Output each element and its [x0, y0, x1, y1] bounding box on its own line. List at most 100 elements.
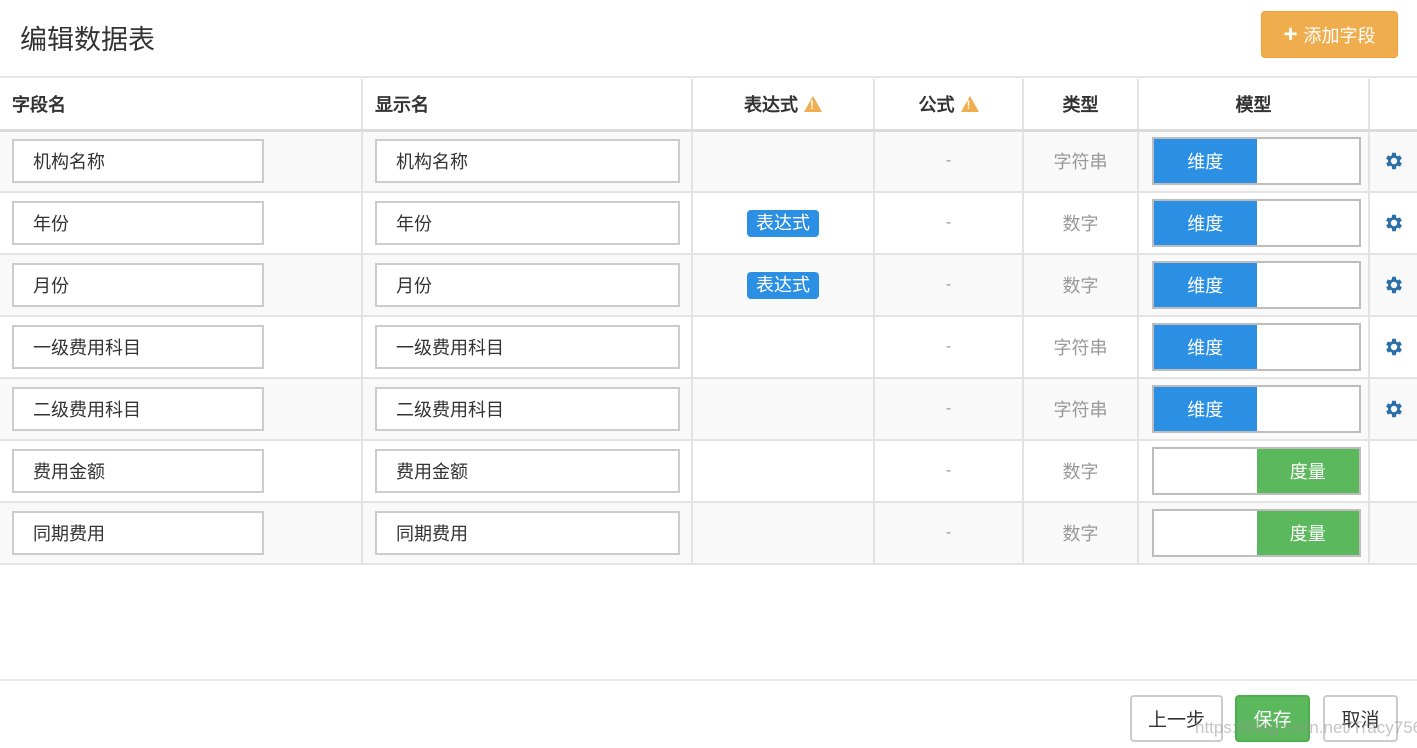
field-name-cell — [0, 192, 363, 255]
type-cell: 字符串 — [1022, 130, 1139, 193]
dimension-option[interactable]: 维度 — [1154, 325, 1257, 369]
actions-cell — [1368, 440, 1417, 503]
expression-badge[interactable]: 表达式 — [747, 209, 819, 237]
type-value: 字符串 — [1053, 338, 1108, 358]
model-toggle[interactable]: 维度 — [1152, 261, 1361, 309]
type-value: 数字 — [1062, 276, 1099, 296]
display-name-input[interactable] — [375, 511, 680, 555]
model-toggle[interactable]: 维度 — [1152, 137, 1361, 186]
model-cell: 维度 — [1137, 378, 1370, 441]
field-name-input[interactable] — [12, 449, 264, 493]
gear-icon[interactable] — [1383, 212, 1405, 234]
display-name-input[interactable] — [375, 263, 680, 307]
expression-cell — [691, 440, 875, 503]
formula-value: - — [945, 214, 952, 231]
measure-option[interactable]: 度量 — [1256, 511, 1359, 555]
model-cell: 维度 — [1137, 316, 1370, 379]
measure-option[interactable] — [1257, 139, 1360, 183]
table-row: - 字符串 维度 — [0, 378, 1417, 441]
add-field-button[interactable]: + 添加字段 — [1261, 11, 1398, 58]
table-header-row: 字段名 显示名 表达式 公式 类型 模型 — [0, 79, 1417, 132]
display-name-input[interactable] — [375, 325, 680, 369]
field-name-input[interactable] — [12, 263, 264, 307]
measure-option[interactable] — [1257, 387, 1360, 431]
formula-value: - — [945, 152, 952, 170]
field-name-input[interactable] — [12, 511, 264, 555]
display-name-input[interactable] — [375, 139, 680, 184]
measure-option[interactable] — [1257, 263, 1360, 307]
field-name-input[interactable] — [12, 139, 264, 184]
display-name-input[interactable] — [375, 387, 680, 431]
type-cell: 数字 — [1022, 502, 1139, 565]
type-cell: 数字 — [1022, 440, 1139, 503]
field-name-cell — [0, 502, 363, 565]
expression-cell: 表达式 — [691, 192, 875, 255]
field-name-input[interactable] — [12, 201, 264, 245]
dimension-option[interactable]: 维度 — [1154, 263, 1257, 307]
measure-option[interactable] — [1257, 201, 1360, 245]
expression-badge[interactable]: 表达式 — [747, 271, 819, 299]
measure-option[interactable] — [1257, 325, 1360, 369]
expression-cell — [691, 378, 875, 441]
formula-cell: - — [873, 316, 1024, 379]
field-name-cell — [0, 130, 363, 193]
field-name-input[interactable] — [12, 387, 264, 431]
col-model: 模型 — [1137, 79, 1370, 132]
actions-cell — [1368, 502, 1417, 565]
model-toggle[interactable]: 维度 — [1152, 385, 1361, 433]
dimension-option[interactable] — [1154, 511, 1257, 555]
model-toggle[interactable]: 度量 — [1152, 509, 1361, 557]
cancel-button[interactable]: 取消 — [1323, 695, 1398, 742]
formula-cell: - — [873, 440, 1024, 503]
gear-icon[interactable] — [1383, 398, 1405, 420]
table-row: 表达式 - 数字 维度 — [0, 192, 1417, 255]
model-cell: 度量 — [1137, 440, 1370, 503]
table-row: 表达式 - 数字 维度 — [0, 254, 1417, 317]
formula-cell: - — [873, 254, 1024, 317]
col-type: 类型 — [1022, 79, 1139, 132]
formula-cell: - — [873, 192, 1024, 255]
actions-cell — [1368, 378, 1417, 441]
field-name-cell — [0, 316, 363, 379]
formula-cell: - — [873, 378, 1024, 441]
formula-cell: - — [873, 130, 1024, 193]
gear-icon[interactable] — [1383, 274, 1405, 296]
dimension-option[interactable]: 维度 — [1154, 139, 1257, 184]
field-name-cell — [0, 378, 363, 441]
field-name-input[interactable] — [12, 325, 264, 369]
warning-icon[interactable] — [804, 95, 822, 112]
type-cell: 字符串 — [1022, 378, 1139, 441]
display-name-input[interactable] — [375, 449, 680, 493]
expression-cell — [691, 130, 875, 193]
type-cell: 数字 — [1022, 254, 1139, 317]
warning-icon[interactable] — [960, 95, 979, 112]
save-button[interactable]: 保存 — [1235, 695, 1310, 742]
dimension-option[interactable]: 维度 — [1154, 387, 1257, 431]
type-value: 数字 — [1062, 214, 1099, 234]
field-name-cell — [0, 440, 363, 503]
dimension-option[interactable] — [1154, 449, 1257, 493]
type-value: 字符串 — [1053, 152, 1108, 173]
model-toggle[interactable]: 度量 — [1152, 447, 1361, 495]
formula-value: - — [945, 276, 952, 293]
dimension-option[interactable]: 维度 — [1154, 201, 1257, 245]
formula-cell: - — [873, 502, 1024, 565]
model-toggle[interactable]: 维度 — [1152, 199, 1361, 247]
col-field-name: 字段名 — [0, 79, 363, 132]
table-row: - 数字 度量 — [0, 440, 1417, 503]
type-cell: 数字 — [1022, 192, 1139, 255]
model-toggle[interactable]: 维度 — [1152, 323, 1361, 371]
formula-value: - — [945, 462, 952, 479]
display-name-cell — [361, 440, 693, 503]
col-expression: 表达式 — [691, 79, 875, 132]
formula-value: - — [945, 524, 952, 541]
display-name-input[interactable] — [375, 201, 680, 245]
fields-table: 字段名 显示名 表达式 公式 类型 模型 -字符串维度表达式-数字维度表达式-数… — [0, 79, 1417, 565]
type-value: 数字 — [1062, 524, 1099, 544]
measure-option[interactable]: 度量 — [1256, 449, 1359, 493]
prev-step-button[interactable]: 上一步 — [1130, 695, 1223, 742]
gear-icon[interactable] — [1383, 336, 1405, 358]
gear-icon[interactable] — [1383, 150, 1405, 172]
expression-cell — [691, 502, 875, 565]
model-cell: 度量 — [1137, 502, 1370, 565]
